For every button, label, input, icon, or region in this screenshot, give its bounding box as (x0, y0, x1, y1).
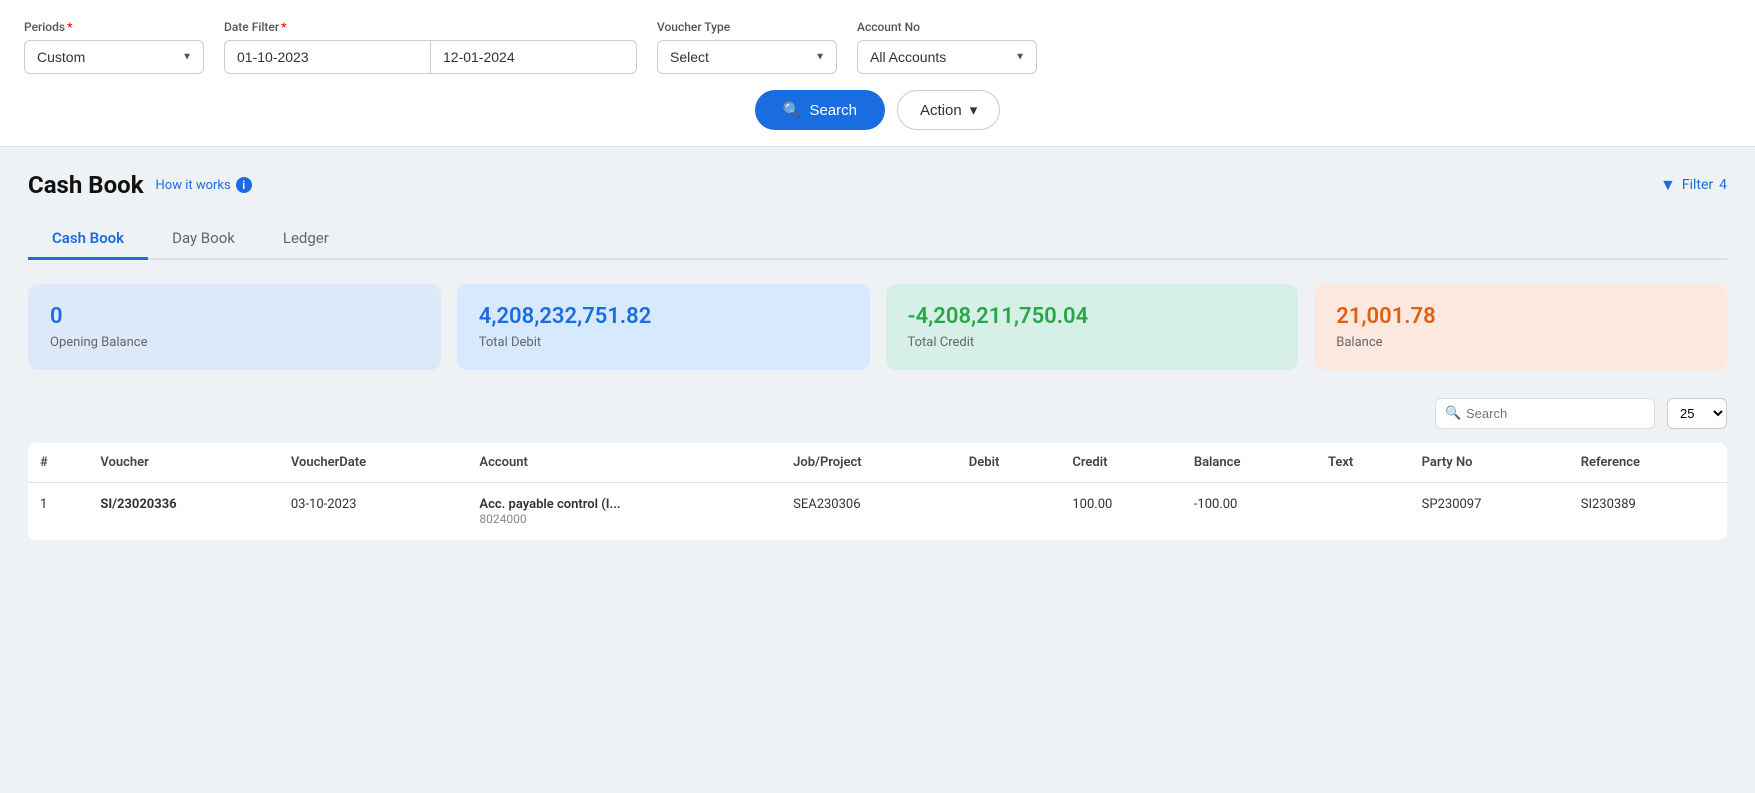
date-filter-group: Date Filter* (224, 20, 637, 74)
total-debit-value: 4,208,232,751.82 (479, 304, 848, 329)
periods-select[interactable]: Custom This Month Last Month This Year (24, 40, 204, 74)
col-debit: Debit (957, 443, 1061, 483)
account-no-select-wrapper: All Accounts Cash Bank (857, 40, 1037, 74)
how-it-works-link[interactable]: How it works i (156, 177, 252, 193)
row-voucher-date: 03-10-2023 (279, 483, 468, 541)
account-no-group: Account No All Accounts Cash Bank (857, 20, 1037, 74)
account-no-select[interactable]: All Accounts Cash Bank (857, 40, 1037, 74)
col-party-no: Party No (1410, 443, 1569, 483)
voucher-type-label: Voucher Type (657, 20, 837, 34)
periods-label: Periods* (24, 20, 204, 34)
voucher-type-group: Voucher Type Select Payment Receipt Jour… (657, 20, 837, 74)
voucher-type-select[interactable]: Select Payment Receipt Journal (657, 40, 837, 74)
periods-group: Periods* Custom This Month Last Month Th… (24, 20, 204, 74)
row-credit: 100.00 (1060, 483, 1181, 541)
page-title: Cash Book (28, 171, 144, 199)
total-credit-label: Total Credit (908, 335, 1277, 350)
date-filter-label: Date Filter* (224, 20, 637, 34)
summary-cards: 0 Opening Balance 4,208,232,751.82 Total… (28, 284, 1727, 370)
date-to-input[interactable] (430, 40, 637, 74)
opening-balance-label: Opening Balance (50, 335, 419, 350)
table-controls: 🔍 25 50 100 (28, 398, 1727, 429)
page-title-row: Cash Book How it works i (28, 171, 252, 199)
date-range (224, 40, 637, 74)
col-voucher-date: VoucherDate (279, 443, 468, 483)
date-required: * (281, 20, 286, 34)
row-num: 1 (28, 483, 88, 541)
info-icon: i (236, 177, 252, 193)
filter-row: Periods* Custom This Month Last Month Th… (24, 20, 1731, 74)
col-voucher: Voucher (88, 443, 278, 483)
row-text (1316, 483, 1410, 541)
card-total-debit: 4,208,232,751.82 Total Debit (457, 284, 870, 370)
col-balance: Balance (1182, 443, 1316, 483)
top-bar: Periods* Custom This Month Last Month Th… (0, 0, 1755, 147)
filter-count: 4 (1719, 177, 1727, 193)
col-account: Account (467, 443, 781, 483)
col-credit: Credit (1060, 443, 1181, 483)
account-no-label: Account No (857, 20, 1037, 34)
row-voucher: SI/23020336 (88, 483, 278, 541)
search-button[interactable]: 🔍 Search (755, 90, 885, 130)
filter-label: Filter (1682, 177, 1713, 193)
table-row[interactable]: 1 SI/23020336 03-10-2023 Acc. payable co… (28, 483, 1727, 541)
row-balance: -100.00 (1182, 483, 1316, 541)
action-button[interactable]: Action ▾ (897, 90, 1000, 130)
page-size-select[interactable]: 25 50 100 (1667, 398, 1727, 429)
card-balance: 21,001.78 Balance (1314, 284, 1727, 370)
chevron-down-icon: ▾ (970, 101, 978, 119)
table-search-icon: 🔍 (1445, 406, 1461, 421)
total-credit-value: -4,208,211,750.04 (908, 304, 1277, 329)
main-content: Cash Book How it works i ▼ Filter 4 Cash… (0, 147, 1755, 564)
tabs: Cash Book Day Book Ledger (28, 219, 1727, 260)
filter-badge[interactable]: ▼ Filter 4 (1660, 175, 1727, 195)
card-opening-balance: 0 Opening Balance (28, 284, 441, 370)
tab-day-book[interactable]: Day Book (148, 219, 259, 260)
total-debit-label: Total Debit (479, 335, 848, 350)
search-button-label: Search (809, 102, 857, 119)
opening-balance-value: 0 (50, 304, 419, 329)
periods-select-wrapper: Custom This Month Last Month This Year (24, 40, 204, 74)
table-search-input[interactable] (1435, 398, 1655, 429)
balance-label: Balance (1336, 335, 1705, 350)
row-party-no: SP230097 (1410, 483, 1569, 541)
col-num: # (28, 443, 88, 483)
balance-value: 21,001.78 (1336, 304, 1705, 329)
account-name: Acc. payable control (I... (479, 497, 769, 512)
data-table: # Voucher VoucherDate Account Job/Projec… (28, 443, 1727, 540)
col-reference: Reference (1569, 443, 1727, 483)
table-search-wrapper: 🔍 (1435, 398, 1655, 429)
table-header-row: # Voucher VoucherDate Account Job/Projec… (28, 443, 1727, 483)
col-job-project: Job/Project (781, 443, 957, 483)
tab-ledger[interactable]: Ledger (259, 219, 353, 260)
how-it-works-label: How it works (156, 178, 231, 193)
periods-required: * (67, 20, 72, 34)
account-code: 8024000 (479, 512, 769, 526)
row-job-project: SEA230306 (781, 483, 957, 541)
filter-funnel-icon: ▼ (1660, 175, 1676, 195)
action-button-label: Action (920, 102, 962, 119)
row-account: Acc. payable control (I... 8024000 (467, 483, 781, 541)
page-header: Cash Book How it works i ▼ Filter 4 (28, 171, 1727, 199)
date-from-input[interactable] (224, 40, 430, 74)
voucher-type-select-wrapper: Select Payment Receipt Journal (657, 40, 837, 74)
action-row: 🔍 Search Action ▾ (24, 90, 1731, 130)
row-reference: SI230389 (1569, 483, 1727, 541)
row-debit (957, 483, 1061, 541)
search-icon: 🔍 (783, 101, 802, 119)
col-text: Text (1316, 443, 1410, 483)
card-total-credit: -4,208,211,750.04 Total Credit (886, 284, 1299, 370)
tab-cash-book[interactable]: Cash Book (28, 219, 148, 260)
